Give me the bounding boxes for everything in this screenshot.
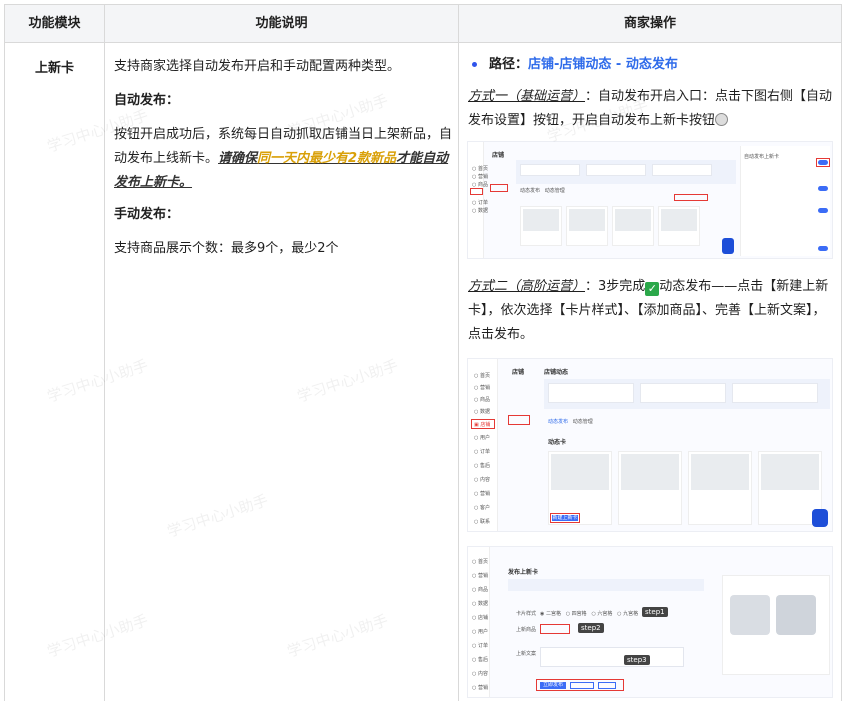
auto-publish-title: 自动发布：	[114, 93, 180, 108]
watermark: 学习中心小助手	[284, 611, 391, 661]
merchant-operations: 路径：店铺-店铺动态 - 动态发布 方式一（基础运营）：自动发布开启入口：点击下…	[468, 53, 836, 133]
shot2-dynamic-label: 店铺动态	[544, 369, 569, 376]
way2-label: 方式二（高阶运营）	[468, 279, 586, 294]
way1-label: 方式一（基础运营）	[468, 89, 586, 104]
screenshot-publish-card: ○ 首页 ○ 营销 ○ 商品 ○ 数据 ○ 店铺 ○ 用户 ○ 订单 ○ 售后 …	[467, 546, 833, 698]
step2-chip: step2	[578, 623, 604, 633]
table-header-row: 功能模块 功能说明 商家操作	[5, 5, 841, 43]
column-divider	[104, 5, 105, 701]
path-value: 店铺-店铺动态 - 动态发布	[528, 57, 678, 72]
feature-description: 支持商家选择自动发布开启和手动配置两种类型。 自动发布： 按钮开启成功后，系统每…	[114, 55, 452, 271]
watermark: 学习中心小助手	[294, 356, 401, 406]
feature-table: 功能模块 功能说明 商家操作 上新卡 支持商家选择自动发布开启和手动配置两种类型…	[4, 4, 842, 701]
note-highlight: 同一天内最少有2款新品	[257, 151, 397, 166]
step3-chip: step3	[624, 655, 650, 665]
shot1-shop-label: 店铺	[492, 152, 505, 159]
header-module: 功能模块	[28, 16, 81, 31]
shot2-card-label: 动态卡	[548, 439, 567, 446]
header-operations: 商家操作	[623, 16, 676, 31]
watermark: 学习中心小助手	[164, 491, 271, 541]
column-divider	[458, 5, 459, 701]
toggle-circle-icon	[715, 113, 729, 126]
publish-button: 立即发布	[540, 682, 566, 689]
manual-publish-title: 手动发布：	[114, 207, 180, 222]
way1-paragraph: 方式一（基础运营）：自动发布开启入口：点击下图右侧【自动发布设置】按钮，开启自动…	[468, 85, 836, 133]
checkmark-icon: ✓	[645, 282, 660, 296]
watermark: 学习中心小助手	[44, 611, 151, 661]
manual-publish-text: 支持商品展示个数：最多9个，最少2个	[114, 241, 339, 256]
screenshot-shop-dynamic: 店铺 ○ 首页 ○ 营销 ○ 商品 ○ 数据 ▣ 店铺 ○ 用户 ○ 订单 ○ …	[467, 358, 833, 532]
shot3-copywriting: 上新文案	[516, 651, 537, 657]
screenshot-auto-publish: 店铺 ○ 首页 ○ 营销 ○ 商品 ○ 订单 ○ 数据 动态发布 动态管理 自动…	[467, 141, 833, 259]
path-label: 路径：	[489, 57, 529, 72]
note-prefix: 请确保	[218, 151, 258, 166]
module-name: 上新卡	[34, 61, 74, 76]
path-line: 路径：店铺-店铺动态 - 动态发布	[468, 53, 836, 77]
way2-text-a: ：3步完成	[585, 279, 646, 294]
bullet-dot	[472, 62, 477, 67]
step1-chip: step1	[642, 607, 668, 617]
desc-intro: 支持商家选择自动发布开启和手动配置两种类型。	[114, 59, 401, 74]
shot3-card-style: 卡片样式	[516, 611, 537, 617]
shot3-publish-title: 发布上新卡	[508, 569, 539, 576]
new-card-button: 新建上新卡	[552, 515, 578, 521]
auto-publish-text: 按钮开启成功后，系统每日自动抓取店铺当日上架新品，自动发布上线新卡。请确保同一天…	[114, 123, 452, 195]
watermark: 学习中心小助手	[44, 356, 151, 406]
shot2-shop-label: 店铺	[512, 369, 525, 376]
way2-paragraph: 方式二（高阶运营）：3步完成 ✓ 动态发布——点击【新建上新卡】，依次选择【卡片样式…	[468, 275, 836, 347]
shot3-add-goods: 上新商品	[516, 627, 537, 633]
header-description: 功能说明	[255, 16, 308, 31]
